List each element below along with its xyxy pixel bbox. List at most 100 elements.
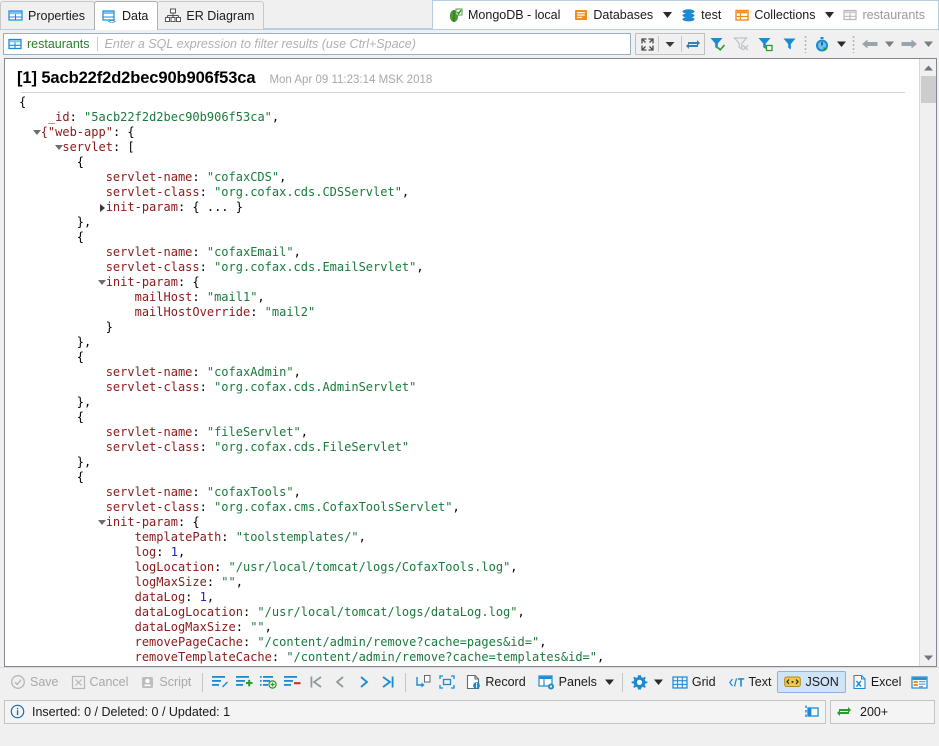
auto-refresh-dropdown-icon[interactable] <box>834 33 849 55</box>
tab-properties[interactable]: Properties <box>0 1 95 29</box>
json-token: servlet-class <box>106 440 200 454</box>
tab-er-diagram[interactable]: ER Diagram <box>157 1 264 29</box>
json-line: templatePath: "toolstemplates/", <box>19 530 919 545</box>
refresh-icon[interactable] <box>682 34 704 54</box>
json-token: : <box>192 245 206 259</box>
json-token: , <box>359 530 366 544</box>
add-row-icon[interactable] <box>232 671 256 694</box>
breadcrumb-item-databases[interactable]: Databases <box>567 3 660 28</box>
vertical-scrollbar[interactable] <box>919 59 936 666</box>
tab-data[interactable]: <> Data <box>94 1 158 30</box>
filter-apply-icon[interactable] <box>705 33 729 55</box>
breadcrumb-connection-label: MongoDB - local <box>468 8 560 22</box>
scrollbar-thumb[interactable] <box>921 76 936 103</box>
view-grid-button[interactable]: Grid <box>666 671 722 694</box>
json-token: "org.cofax.cds.CDSServlet" <box>214 185 402 199</box>
json-token: "/content/admin/remove?cache=pages&id=" <box>257 635 539 649</box>
breadcrumb-collections-dropdown[interactable] <box>822 3 836 28</box>
status-message-group: Inserted: 0 / Deleted: 0 / Updated: 1 <box>10 704 230 719</box>
record-index: [1] <box>17 69 37 87</box>
filter-clear-icon[interactable] <box>729 33 753 55</box>
expand-triangle-icon[interactable] <box>98 200 107 215</box>
panels-dropdown-icon[interactable] <box>603 671 617 694</box>
json-token: servlet-name <box>106 425 193 439</box>
json-token: "toolstemplates/" <box>236 530 359 544</box>
view-json-button[interactable]: JSON <box>777 671 845 693</box>
scroll-up-icon[interactable] <box>920 59 937 76</box>
json-document[interactable]: { _id: "5acb22f2d2bec90b906f53ca", {"web… <box>5 95 919 665</box>
json-indent <box>19 530 135 544</box>
json-token: : <box>250 305 264 319</box>
filter-icon[interactable] <box>777 33 801 55</box>
tab-properties-label: Properties <box>28 9 85 23</box>
json-token: }, <box>77 395 91 409</box>
json-indent <box>19 485 106 499</box>
json-indent <box>19 275 106 289</box>
json-token: "mail1" <box>207 290 258 304</box>
json-indent <box>19 515 106 529</box>
cancel-button[interactable]: Cancel <box>65 671 135 694</box>
filter-table-chip[interactable]: restaurants <box>8 37 98 51</box>
view-excel-button[interactable]: Excel <box>846 671 908 694</box>
json-token: _id <box>48 110 70 124</box>
record-title: [1] 5acb22f2d2bec90b906f53ca <box>17 69 255 88</box>
excel-view-icon <box>852 674 867 690</box>
json-indent <box>19 470 77 484</box>
breadcrumb-item-collection[interactable]: restaurants <box>836 3 932 28</box>
history-back-dropdown-icon[interactable] <box>882 33 897 55</box>
json-token: : <box>192 365 206 379</box>
delete-row-icon[interactable] <box>280 671 304 694</box>
breadcrumb-item-database[interactable]: test <box>674 3 728 28</box>
calc-view-icon[interactable] <box>907 671 931 694</box>
collapse-triangle-icon[interactable] <box>33 125 42 140</box>
json-token: : <box>221 530 235 544</box>
json-token: : <box>200 440 214 454</box>
json-indent <box>19 635 135 649</box>
view-text-button[interactable]: Text <box>722 671 778 694</box>
filter-expression-input[interactable]: Enter a SQL expression to filter results… <box>98 37 626 51</box>
duplicate-row-icon[interactable] <box>256 671 280 694</box>
json-token: logMaxSize <box>135 575 207 589</box>
fetch-next-page-icon[interactable] <box>411 671 435 694</box>
json-line: servlet-class: "org.cofax.cds.FileServle… <box>19 440 919 455</box>
breadcrumb-item-collections[interactable]: Collections <box>728 3 822 28</box>
scrollbar-track[interactable] <box>920 76 937 649</box>
panels-button[interactable]: Panels <box>532 671 603 694</box>
chevron-down-icon[interactable] <box>659 34 681 54</box>
edit-row-icon[interactable] <box>208 671 232 694</box>
collapse-triangle-icon[interactable] <box>55 140 64 155</box>
breadcrumb-item-connection[interactable]: MongoDB - local <box>441 3 567 28</box>
previous-row-icon[interactable] <box>328 671 352 694</box>
record-button[interactable]: Record <box>459 671 531 694</box>
json-token: : <box>200 380 214 394</box>
row-count-panel: 200+ <box>830 700 935 724</box>
script-button[interactable]: Script <box>134 671 197 694</box>
fetch-all-rows-icon[interactable] <box>435 671 459 694</box>
filter-input-container[interactable]: restaurants Enter a SQL expression to fi… <box>3 33 631 55</box>
expand-icon[interactable] <box>636 34 658 54</box>
settings-gear-icon[interactable] <box>628 671 652 694</box>
toggle-panel-icon[interactable] <box>803 704 820 720</box>
last-row-icon[interactable] <box>376 671 400 694</box>
stopwatch-icon[interactable] <box>810 33 834 55</box>
json-line: logMaxSize: "", <box>19 575 919 590</box>
settings-dropdown-icon[interactable] <box>652 671 666 694</box>
arrow-right-icon[interactable] <box>897 33 921 55</box>
json-line: }, <box>19 395 919 410</box>
json-token: , <box>402 185 409 199</box>
json-token: { <box>77 155 84 169</box>
row-count-refresh-icon[interactable] <box>836 704 852 719</box>
json-token: "fileServlet" <box>207 425 301 439</box>
breadcrumb-databases-dropdown[interactable] <box>660 3 674 28</box>
save-button[interactable]: Save <box>4 671 65 694</box>
arrow-left-icon[interactable] <box>858 33 882 55</box>
history-forward-dropdown-icon[interactable] <box>921 33 936 55</box>
json-scroll-region[interactable]: [1] 5acb22f2d2bec90b906f53ca Mon Apr 09 … <box>5 59 919 666</box>
collapse-triangle-icon[interactable] <box>98 275 107 290</box>
json-line: servlet-class: "org.cofax.cds.EmailServl… <box>19 260 919 275</box>
next-row-icon[interactable] <box>352 671 376 694</box>
first-row-icon[interactable] <box>304 671 328 694</box>
filter-save-icon[interactable] <box>753 33 777 55</box>
collapse-triangle-icon[interactable] <box>98 515 107 530</box>
scroll-down-icon[interactable] <box>920 649 937 666</box>
